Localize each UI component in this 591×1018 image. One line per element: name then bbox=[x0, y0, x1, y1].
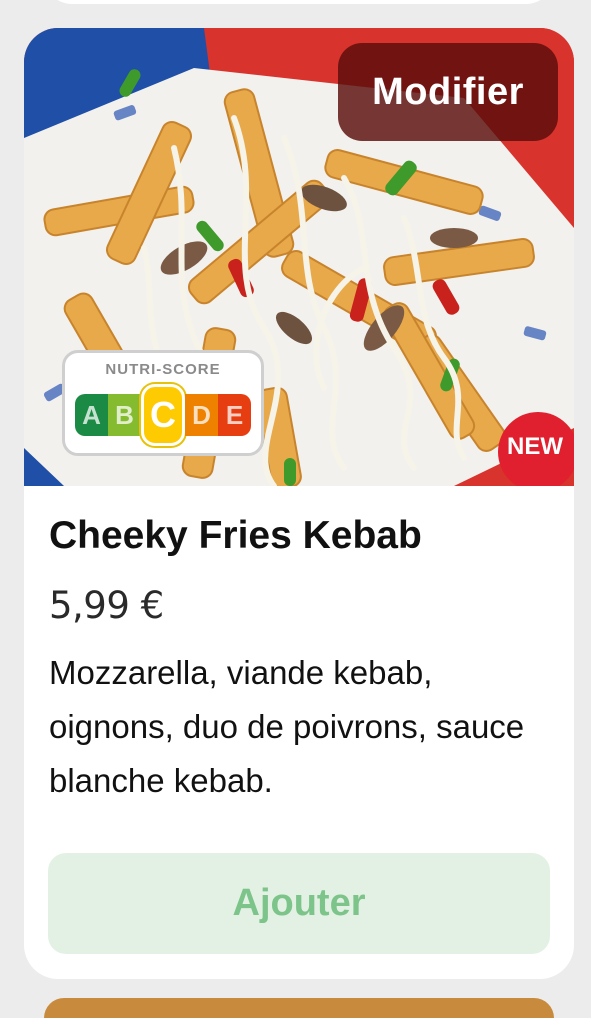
new-badge: NEW bbox=[498, 412, 574, 486]
nutri-grade-c: C bbox=[141, 384, 185, 446]
modify-button[interactable]: Modifier bbox=[338, 43, 558, 141]
nutri-grade-b: B bbox=[108, 394, 142, 436]
previous-card-edge bbox=[44, 0, 554, 4]
nutri-score-scale: A B C D E bbox=[75, 384, 252, 446]
nutri-grade-a: A bbox=[75, 394, 109, 436]
nutri-grade-d: D bbox=[185, 394, 219, 436]
product-card: Modifier NUTRI-SCORE A B C D E NEW Cheek… bbox=[24, 28, 574, 979]
product-image: Modifier NUTRI-SCORE A B C D E NEW bbox=[24, 28, 574, 486]
nutri-score-badge: NUTRI-SCORE A B C D E bbox=[62, 350, 264, 456]
add-button[interactable]: Ajouter bbox=[48, 853, 550, 954]
next-card-edge bbox=[44, 998, 554, 1018]
product-price: 5,99 € bbox=[49, 584, 164, 627]
nutri-grade-e: E bbox=[218, 394, 252, 436]
product-title: Cheeky Fries Kebab bbox=[49, 514, 422, 557]
product-description: Mozzarella, viande kebab, oignons, duo d… bbox=[49, 654, 525, 799]
nutri-score-label: NUTRI-SCORE bbox=[105, 361, 221, 378]
